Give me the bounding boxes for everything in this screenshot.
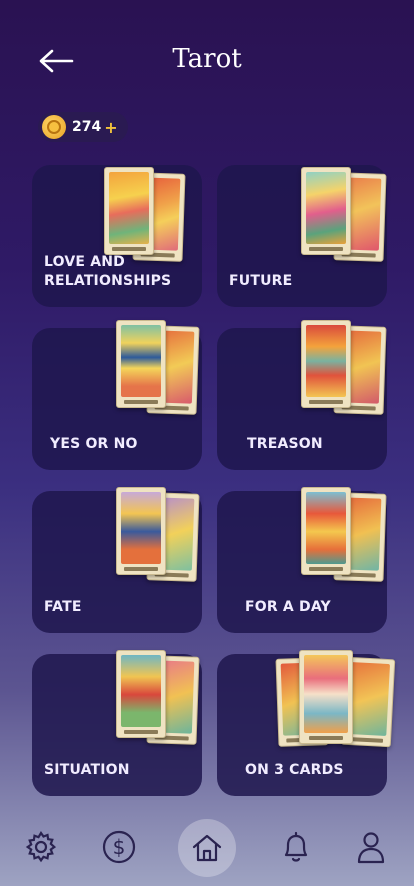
bell-icon: [284, 831, 308, 862]
category-label: ON 3 CARDS: [245, 762, 344, 778]
svg-text:$: $: [113, 835, 126, 859]
category-card-on-3-cards[interactable]: ON 3 CARDS: [217, 650, 396, 796]
tarot-card-front: [116, 487, 166, 575]
tarot-card-front: [104, 167, 154, 255]
coin-icon: [42, 115, 66, 139]
nav-currency[interactable]: $: [95, 823, 143, 871]
category-label: FOR A DAY: [245, 599, 331, 615]
category-card-fate[interactable]: FATE: [32, 487, 202, 633]
tarot-card-front: [116, 650, 166, 738]
category-card-for-a-day[interactable]: FOR A DAY: [217, 487, 387, 633]
category-card-future[interactable]: FUTURE: [217, 165, 387, 307]
dollar-icon: $: [102, 830, 136, 864]
tarot-card-front: [301, 320, 351, 408]
category-label: YES OR NO: [50, 436, 138, 452]
home-icon: [192, 834, 222, 862]
page-title: Tarot: [172, 44, 242, 74]
coin-balance[interactable]: 274 +: [38, 112, 128, 142]
category-label: FATE: [44, 599, 82, 615]
nav-profile[interactable]: [347, 823, 395, 871]
category-card-treason[interactable]: TREASON: [217, 320, 387, 470]
tarot-card-front: [301, 487, 351, 575]
tarot-card-center: [299, 650, 353, 744]
user-icon: [357, 832, 385, 864]
gear-icon: [25, 830, 57, 863]
nav-home[interactable]: [178, 819, 236, 877]
tarot-card-front: [116, 320, 166, 408]
category-card-love[interactable]: LOVE AND RELATIONSHIPS: [32, 165, 202, 307]
nav-notifications[interactable]: [272, 823, 320, 871]
category-label: LOVE AND RELATIONSHIPS: [44, 254, 172, 289]
category-label: SITUATION: [44, 762, 130, 778]
nav-settings[interactable]: [17, 823, 65, 871]
category-label: TREASON: [247, 436, 323, 452]
coin-add-icon[interactable]: +: [104, 118, 117, 137]
header: Tarot: [0, 0, 414, 120]
category-label: FUTURE: [229, 273, 293, 289]
coin-value: 274: [72, 119, 102, 135]
tarot-card-front: [301, 167, 351, 255]
category-card-yes-or-no[interactable]: YES OR NO: [32, 320, 202, 470]
category-card-situation[interactable]: SITUATION: [32, 650, 202, 796]
bottom-nav: $: [0, 815, 414, 886]
